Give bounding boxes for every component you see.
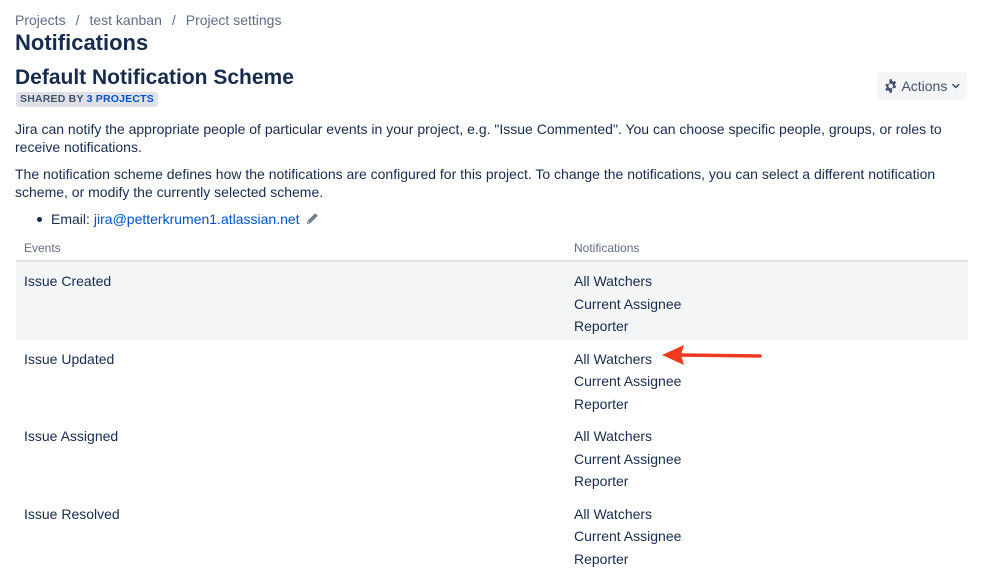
notification-recipient: All Watchers xyxy=(574,273,653,289)
email-item: Email: jira@petterkrumen1.atlassian.net xyxy=(37,210,319,228)
event-name: Issue Resolved xyxy=(24,505,120,522)
scheme-title: Default Notification Scheme xyxy=(15,66,294,89)
notification-recipient: Reporter xyxy=(574,395,629,412)
notification-recipient: Current Assignee xyxy=(574,373,682,389)
event-name: Issue Created xyxy=(24,273,112,289)
breadcrumb-projects[interactable]: Projects xyxy=(15,12,66,28)
shared-badge: SHARED BY 3 PROJECTS xyxy=(16,92,158,107)
description-paragraph-2: The notification scheme defines how the … xyxy=(15,166,936,200)
table-row: Issue Created All Watchers Current Assig… xyxy=(16,262,968,340)
notification-recipient: Current Assignee xyxy=(574,295,682,312)
description-paragraph-1: Jira can notify the appropriate people o… xyxy=(15,121,942,155)
bullet xyxy=(37,216,42,222)
actions-label: Actions xyxy=(901,78,948,94)
shared-projects-link[interactable]: 3 PROJECTS xyxy=(87,93,154,105)
breadcrumb-separator: / xyxy=(171,12,176,28)
chevron-down-icon xyxy=(952,83,960,89)
notification-list: All Watchers Current Assignee Reporter xyxy=(566,425,968,495)
notification-list: All Watchers Current Assignee Reporter xyxy=(566,348,968,418)
email-label: Email: xyxy=(51,211,90,227)
breadcrumb-project-settings[interactable]: Project settings xyxy=(186,12,282,28)
table-row: Issue Resolved All Watchers Current Assi… xyxy=(16,495,968,568)
notification-recipient: All Watchers xyxy=(574,505,653,522)
notification-recipient: Current Assignee xyxy=(574,450,682,467)
actions-button[interactable]: Actions xyxy=(877,72,967,100)
breadcrumb-separator: / xyxy=(75,12,80,28)
event-name: Issue Updated xyxy=(24,350,115,367)
email-address-link[interactable]: jira@petterkrumen1.atlassian.net xyxy=(94,210,300,228)
table-row: Issue Updated All Watchers Current Assig… xyxy=(16,340,968,418)
notification-recipient: Reporter xyxy=(574,318,629,334)
notification-list: All Watchers Current Assignee Reporter xyxy=(566,270,968,340)
table-header: Events Notifications xyxy=(16,236,968,262)
notification-recipient: Current Assignee xyxy=(574,528,682,544)
notification-recipient: All Watchers xyxy=(574,350,653,367)
gear-icon xyxy=(885,79,897,93)
annotation-arrow-icon xyxy=(662,345,762,365)
page-title: Notifications xyxy=(15,30,149,55)
table-row: Issue Assigned All Watchers Current Assi… xyxy=(16,417,968,495)
pencil-icon[interactable] xyxy=(305,212,319,226)
breadcrumb-project[interactable]: test kanban xyxy=(89,12,161,28)
page: Projects / test kanban / Project setting… xyxy=(0,0,999,568)
notification-recipient: Reporter xyxy=(574,550,629,567)
shared-badge-prefix: SHARED BY xyxy=(20,93,84,105)
notifications-table: Events Notifications Issue Created All W… xyxy=(16,236,968,568)
events-column-header: Events xyxy=(24,241,61,255)
breadcrumb: Projects / test kanban / Project setting… xyxy=(15,12,281,28)
notification-list: All Watchers Current Assignee Reporter xyxy=(566,503,968,568)
notification-recipient: Reporter xyxy=(574,473,629,489)
event-name: Issue Assigned xyxy=(24,428,119,444)
notifications-column-header: Notifications xyxy=(574,241,640,255)
notification-recipient: All Watchers xyxy=(574,428,653,444)
